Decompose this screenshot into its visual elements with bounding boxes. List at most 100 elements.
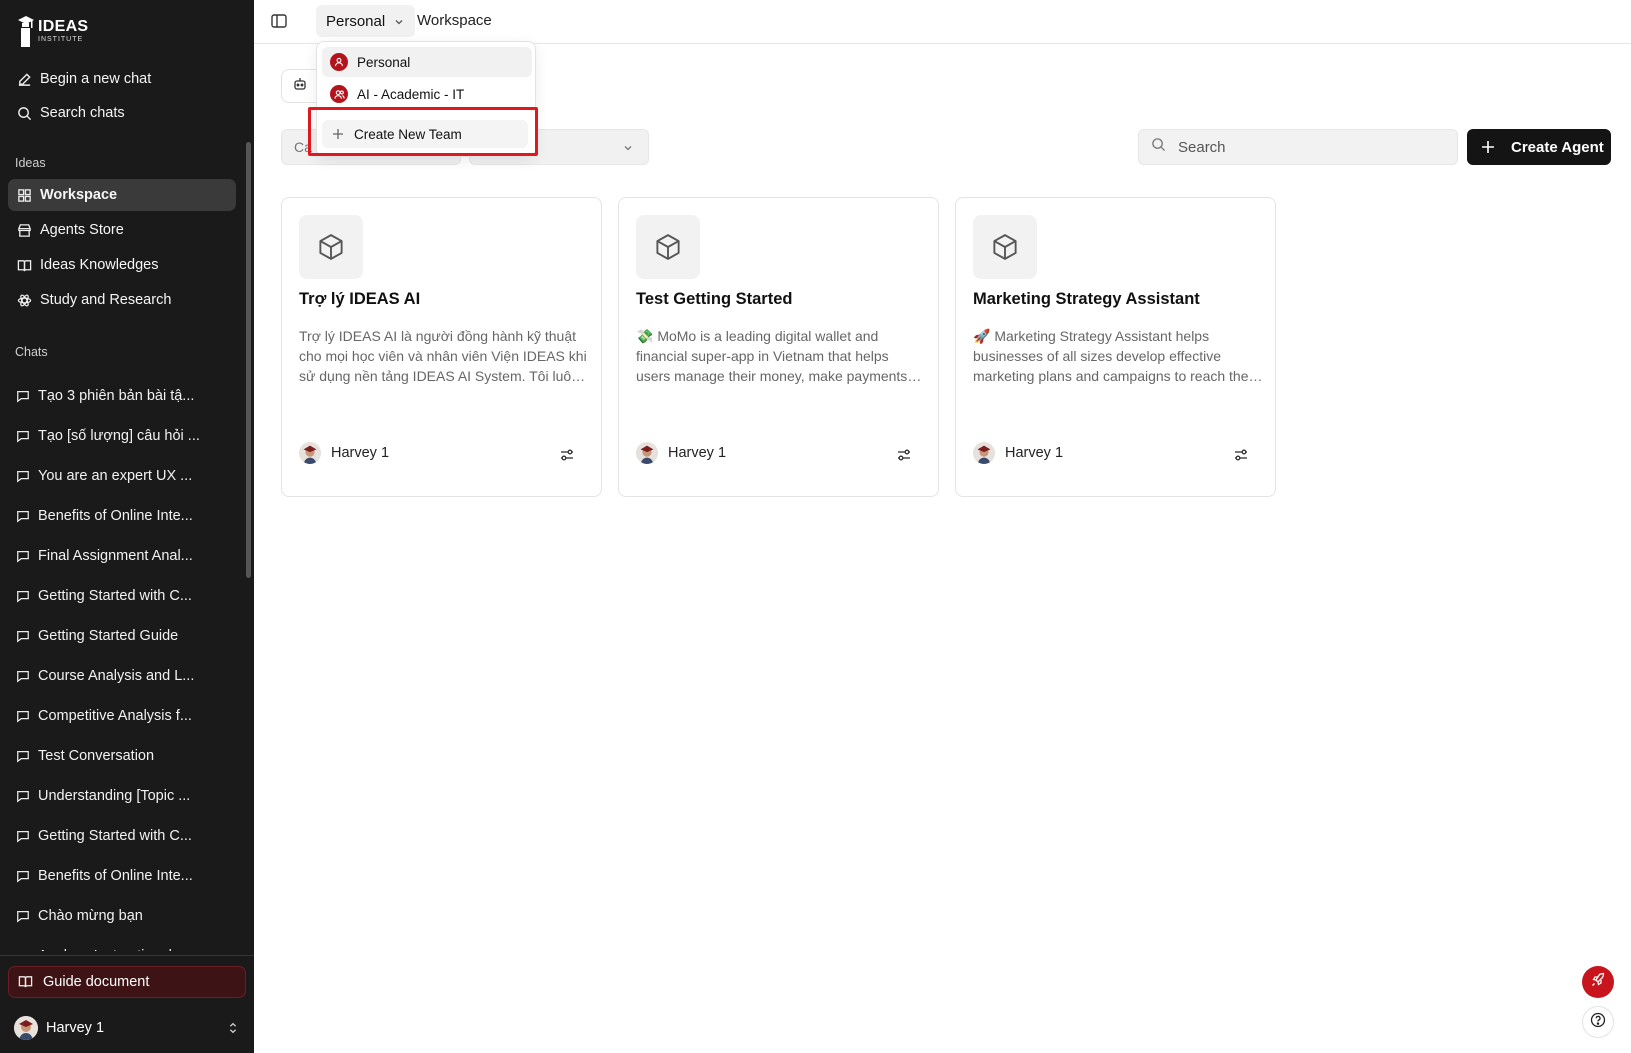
sliders-icon[interactable] <box>559 447 575 463</box>
begin-new-chat-label: Begin a new chat <box>40 71 152 87</box>
chat-list-item[interactable]: Understanding [Topic ... <box>0 776 246 816</box>
chat-title: You are an expert UX ... <box>38 468 193 484</box>
ideas-logo[interactable]: IDEAS INSTITUTE <box>16 12 89 50</box>
chat-title: Competitive Analysis f... <box>38 708 192 724</box>
chat-bubble-icon <box>16 709 30 723</box>
avatar <box>636 442 658 464</box>
question-circle-icon <box>1590 1012 1606 1033</box>
chat-list-item[interactable]: Chào mừng bạn <box>0 896 246 936</box>
chat-list-item[interactable]: Final Assignment Anal... <box>0 536 246 576</box>
begin-new-chat-button[interactable]: Begin a new chat <box>8 63 236 95</box>
sidebar-item-label: Ideas Knowledges <box>40 257 159 273</box>
store-icon <box>16 222 32 238</box>
avatar <box>299 442 321 464</box>
avatar <box>14 1016 38 1040</box>
agent-card[interactable]: Trợ lý IDEAS AI Trợ lý IDEAS AI là người … <box>281 197 602 497</box>
chat-bubble-icon <box>16 869 30 883</box>
chat-list-item[interactable]: Benefits of Online Inte... <box>0 496 246 536</box>
chat-list-item[interactable]: Tạo [số lượng] câu hỏi ... <box>0 416 246 456</box>
search-chats-label: Search chats <box>40 105 125 121</box>
agent-card[interactable]: Test Getting Started 💸 MoMo is a leading … <box>618 197 939 497</box>
chat-bubble-icon <box>16 589 30 603</box>
chevron-down-icon <box>622 141 634 153</box>
agent-card-description: 🚀 Marketing Strategy Assistant helps bus… <box>973 328 1257 384</box>
category-filter-label: Ca <box>294 139 312 155</box>
chat-bubble-icon <box>16 749 30 763</box>
author-name: Harvey 1 <box>668 445 727 461</box>
search-chats-button[interactable]: Search chats <box>8 97 236 129</box>
team-option-ai-academic-it[interactable]: AI - Academic - IT <box>322 79 532 109</box>
grid-icon <box>16 187 32 203</box>
graduation-cap-icon <box>16 14 36 48</box>
rocket-button[interactable] <box>1582 966 1614 998</box>
atom-icon <box>16 292 32 308</box>
plus-icon <box>1481 140 1495 154</box>
chat-bubble-icon <box>16 549 30 563</box>
sidebar-scrollbar[interactable] <box>246 142 251 578</box>
sliders-icon[interactable] <box>896 447 912 463</box>
chat-title: Benefits of Online Inte... <box>38 868 193 884</box>
chat-list-item[interactable]: Course Analysis and L... <box>0 656 246 696</box>
logo-title: IDEAS <box>38 18 89 35</box>
user-menu[interactable]: Harvey 1 <box>14 1012 240 1044</box>
agent-card-author: Harvey 1 <box>299 442 389 464</box>
sidebar-toggle-icon[interactable] <box>270 12 290 32</box>
search-box <box>1138 129 1458 165</box>
chat-list-item[interactable]: Getting Started with C... <box>0 816 246 856</box>
chat-title: Getting Started with C... <box>38 588 192 604</box>
chat-list-item[interactable]: Tạo 3 phiên bản bài tậ... <box>0 376 246 416</box>
chat-bubble-icon <box>16 949 30 951</box>
chat-bubble-icon <box>16 829 30 843</box>
chat-bubble-icon <box>16 629 30 643</box>
sidebar-item-workspace[interactable]: Workspace <box>8 179 236 211</box>
chat-list-item[interactable]: Getting Started Guide <box>0 616 246 656</box>
chat-list-item[interactable]: Benefits of Online Inte... <box>0 856 246 896</box>
team-selector[interactable]: Personal <box>316 5 416 37</box>
chat-bubble-icon <box>16 669 30 683</box>
chat-title: Analyze Instructional ... <box>38 948 188 951</box>
chat-title: Course Analysis and L... <box>38 668 195 684</box>
chat-list-item[interactable]: Competitive Analysis f... <box>0 696 246 736</box>
plus-icon <box>332 128 344 140</box>
chat-title: Understanding [Topic ... <box>38 788 191 804</box>
sidebar-divider <box>0 955 254 956</box>
agent-card-title: Test Getting Started <box>636 290 793 308</box>
team-dropdown: Personal AI - Academic - IT Create New T… <box>316 41 536 157</box>
sliders-icon[interactable] <box>1233 447 1249 463</box>
chat-list-item[interactable]: You are an expert UX ... <box>0 456 246 496</box>
chat-title: Benefits of Online Inte... <box>38 508 193 524</box>
pencil-square-icon <box>16 71 32 87</box>
create-new-team-button[interactable]: Create New Team <box>322 120 528 148</box>
chat-list-item[interactable]: Test Conversation <box>0 736 246 776</box>
avatar <box>973 442 995 464</box>
cube-icon <box>636 215 700 279</box>
sidebar-item-ideas-knowledges[interactable]: Ideas Knowledges <box>8 249 236 281</box>
guide-document-button[interactable]: Guide document <box>8 966 246 998</box>
chat-title: Tạo 3 phiên bản bài tậ... <box>38 388 195 404</box>
agent-card-description: 💸 MoMo is a leading digital wallet and f… <box>636 328 908 384</box>
sidebar: IDEAS INSTITUTE Begin a new chat Search … <box>0 0 254 1053</box>
chat-list-item[interactable]: Analyze Instructional ... <box>0 936 246 951</box>
guide-document-label: Guide document <box>43 974 150 990</box>
author-name: Harvey 1 <box>1005 445 1064 461</box>
breadcrumb: Workspace <box>417 12 492 29</box>
agent-card[interactable]: Marketing Strategy Assistant 🚀 Marketing … <box>955 197 1276 497</box>
sidebar-item-study-research[interactable]: Study and Research <box>8 284 236 316</box>
agent-card-title: Trợ lý IDEAS AI <box>299 290 421 308</box>
chat-list-item[interactable]: Getting Started with C... <box>0 576 246 616</box>
ideas-section-label: Ideas <box>15 156 46 170</box>
sidebar-item-agents-store[interactable]: Agents Store <box>8 214 236 246</box>
user-icon <box>330 53 348 71</box>
author-name: Harvey 1 <box>331 445 390 461</box>
chat-list: Tạo 3 phiên bản bài tậ... Tạo [số lượng] … <box>0 376 246 951</box>
chats-section-label: Chats <box>15 345 48 359</box>
agent-card-author: Harvey 1 <box>636 442 726 464</box>
book-open-icon <box>16 257 32 273</box>
agent-card-title: Marketing Strategy Assistant <box>973 290 1200 308</box>
create-agent-button[interactable]: Create Agent <box>1467 129 1611 165</box>
search-input[interactable] <box>1178 138 1428 156</box>
team-option-personal[interactable]: Personal <box>322 47 532 77</box>
chat-title: Getting Started with C... <box>38 828 192 844</box>
help-button[interactable] <box>1582 1006 1614 1038</box>
chat-bubble-icon <box>16 789 30 803</box>
